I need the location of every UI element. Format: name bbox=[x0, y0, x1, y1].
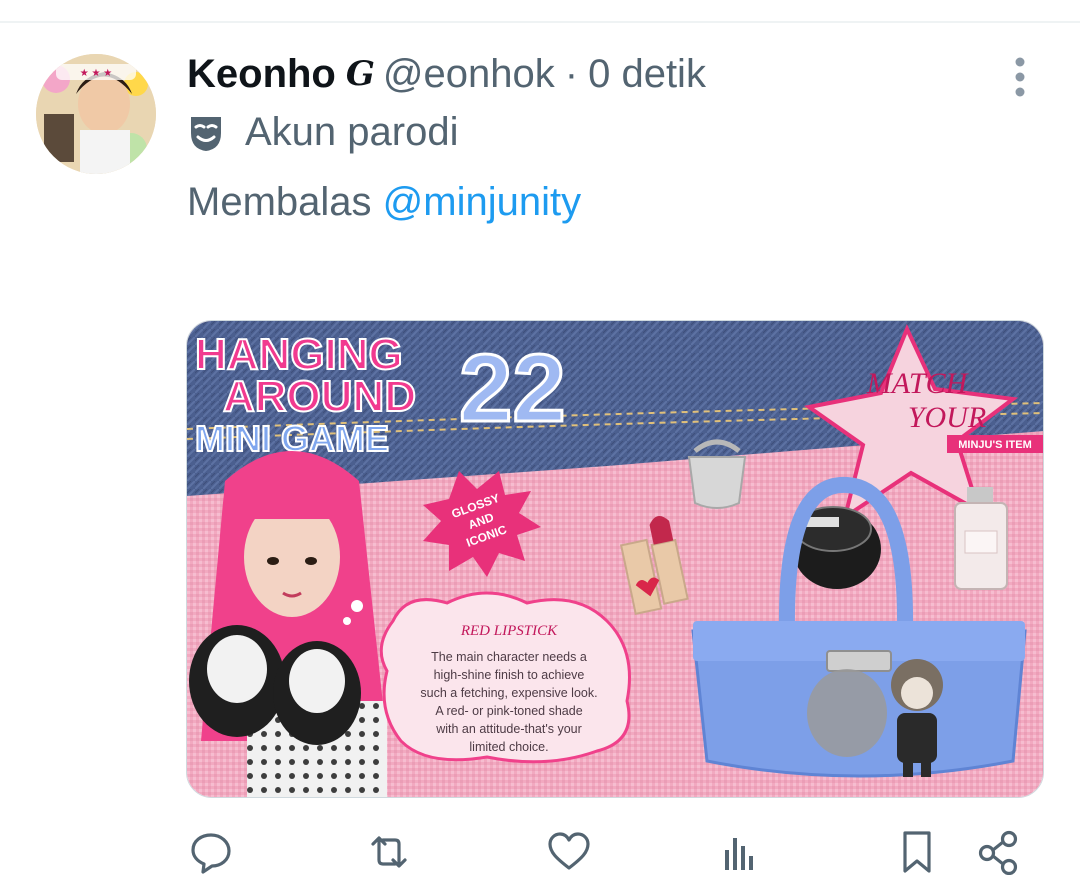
more-options-icon[interactable] bbox=[1000, 56, 1040, 100]
heart-icon bbox=[548, 832, 590, 870]
tweet-header: Keonho G @eonhok · 0 detik bbox=[187, 46, 706, 102]
svg-text:★ ★ ★: ★ ★ ★ bbox=[80, 68, 112, 79]
parody-label: Akun parodi bbox=[245, 110, 459, 154]
tweet-action-bar bbox=[0, 826, 1080, 882]
reply-to-handle-link[interactable]: @minjunity bbox=[383, 180, 581, 224]
bubble-line6: limited choice. bbox=[469, 740, 548, 754]
share-button[interactable] bbox=[974, 826, 1024, 878]
star-line3: MINJU'S ITEM bbox=[958, 439, 1032, 451]
retweet-button[interactable] bbox=[364, 826, 414, 878]
perfume-bottle bbox=[954, 487, 1008, 590]
tweet-media-image[interactable]: MATCH YOUR MINJU'S ITEM HANGING AROUND M… bbox=[186, 320, 1044, 798]
replying-to: Membalas @minjunity bbox=[187, 180, 581, 225]
top-divider bbox=[0, 21, 1080, 23]
avatar[interactable]: ★ ★ ★ bbox=[36, 54, 156, 174]
separator-dot: · bbox=[564, 51, 579, 96]
retweet-icon bbox=[371, 836, 407, 868]
views-icon bbox=[725, 838, 753, 870]
share-icon bbox=[978, 830, 1018, 875]
bubble-line4: A red- or pink-toned shade bbox=[435, 704, 582, 718]
bubble-line5: with an attitude-that's your bbox=[435, 722, 582, 736]
bookmark-button[interactable] bbox=[892, 826, 942, 878]
bubble-line3: such a fetching, expensive look. bbox=[420, 686, 597, 700]
reply-icon bbox=[191, 833, 231, 874]
star-line2: YOUR bbox=[908, 401, 986, 434]
author-name[interactable]: Keonho bbox=[187, 52, 336, 97]
timestamp[interactable]: 0 detik bbox=[588, 52, 706, 97]
bubble-title: RED LIPSTICK bbox=[460, 623, 558, 639]
bubble-line1: The main character needs a bbox=[431, 650, 587, 664]
affiliate-badge-icon[interactable]: G bbox=[346, 54, 375, 94]
avatar-image: ★ ★ ★ bbox=[36, 54, 156, 174]
theater-mask-icon bbox=[191, 116, 221, 151]
author-handle[interactable]: @eonhok bbox=[383, 52, 555, 97]
title-line2: AROUND bbox=[223, 372, 416, 421]
parody-label-row: Akun parodi bbox=[187, 110, 458, 155]
bookmark-icon bbox=[903, 831, 931, 873]
views-button[interactable] bbox=[714, 826, 764, 878]
bubble-line2: high-shine finish to achieve bbox=[434, 668, 585, 682]
reply-prefix: Membalas bbox=[187, 180, 372, 224]
title-number: 22 bbox=[459, 335, 566, 442]
like-button[interactable] bbox=[544, 826, 594, 878]
reply-button[interactable] bbox=[186, 826, 236, 878]
star-line1: MATCH bbox=[866, 367, 970, 400]
